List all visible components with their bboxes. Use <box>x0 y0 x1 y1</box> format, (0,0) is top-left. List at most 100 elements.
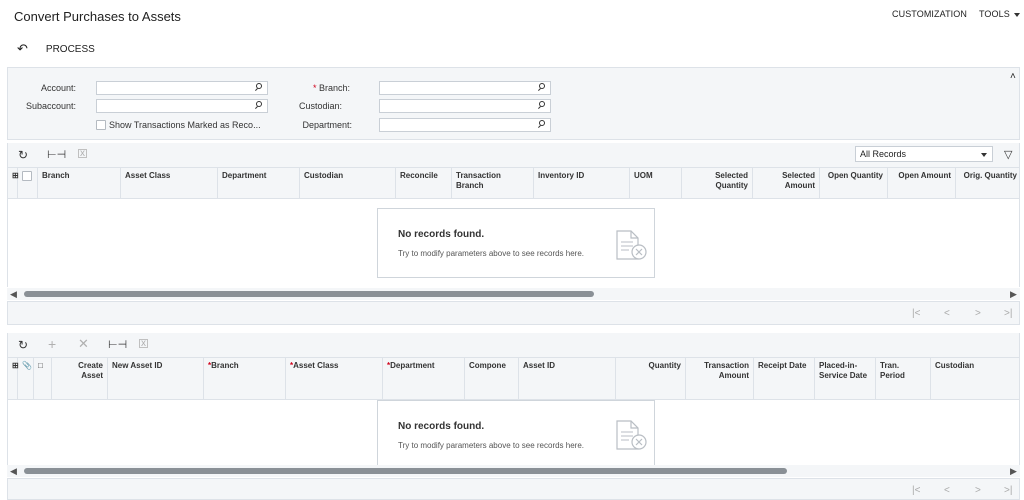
process-button[interactable]: PROCESS <box>46 44 95 55</box>
prev-page-icon[interactable]: < <box>944 308 950 319</box>
scroll-right-icon[interactable]: ▶ <box>1010 289 1017 300</box>
col-custodian[interactable]: Custodian <box>931 358 1021 399</box>
last-page-icon[interactable]: >| <box>1004 308 1012 319</box>
column-settings-icon[interactable]: ⊞ <box>8 168 19 198</box>
records-filter-value: All Records <box>860 149 907 159</box>
refresh-icon[interactable]: ↻ <box>18 149 28 161</box>
grid2-toolbar: ↻ + ✕ ⊢⊣ x <box>7 333 1020 357</box>
no-document-icon <box>616 420 647 450</box>
empty-state-message: Try to modify parameters above to see re… <box>398 441 585 450</box>
scroll-left-icon[interactable]: ◀ <box>10 289 17 300</box>
undo-icon[interactable]: ↶ <box>17 41 28 57</box>
col-reconcile[interactable]: Reconcile <box>396 168 452 198</box>
filter-icon[interactable]: ▽ <box>1004 149 1012 161</box>
branch-field[interactable] <box>379 81 551 95</box>
col-component[interactable]: Compone <box>465 358 519 399</box>
tools-label: TOOLS <box>979 9 1010 19</box>
col-selected-amount[interactable]: Selected Amount <box>753 168 820 198</box>
col-asset-class[interactable]: Asset Class <box>121 168 218 198</box>
col-open-quantity[interactable]: Open Quantity <box>820 168 888 198</box>
delete-icon[interactable]: ✕ <box>78 337 89 350</box>
scroll-right-icon[interactable]: ▶ <box>1010 466 1017 477</box>
col-tran-period[interactable]: Tran. Period <box>876 358 931 399</box>
col-custodian[interactable]: Custodian <box>300 168 396 198</box>
empty-state: No records found. Try to modify paramete… <box>377 400 655 465</box>
account-field[interactable] <box>96 81 268 95</box>
search-icon[interactable] <box>538 120 546 129</box>
col-inventory-id[interactable]: Inventory ID <box>534 168 630 198</box>
col-receipt-date[interactable]: Receipt Date <box>754 358 815 399</box>
chevron-down-icon <box>1013 12 1020 17</box>
search-icon[interactable] <box>255 83 263 92</box>
grid1-h-scrollbar[interactable]: ◀ ▶ <box>7 288 1020 300</box>
col-open-amount[interactable]: Open Amount <box>888 168 956 198</box>
department-field[interactable] <box>379 118 551 132</box>
fit-columns-icon[interactable]: ⊢⊣ <box>47 149 66 161</box>
subaccount-field[interactable] <box>96 99 268 113</box>
grid1-pager: |< < > >| <box>7 301 1020 325</box>
col-department[interactable]: Department <box>218 168 300 198</box>
tools-menu[interactable]: TOOLS <box>979 9 1020 19</box>
export-excel-icon[interactable]: x <box>78 149 87 159</box>
grid1-body: No records found. Try to modify paramete… <box>7 199 1020 287</box>
department-label: Department: <box>302 120 352 130</box>
refresh-icon[interactable]: ↻ <box>18 339 28 351</box>
fit-columns-icon[interactable]: ⊢⊣ <box>108 339 127 351</box>
col-department-label: Department <box>390 361 435 370</box>
next-page-icon[interactable]: > <box>975 308 981 319</box>
grid2-body: No records found. Try to modify paramete… <box>7 400 1020 465</box>
scrollbar-thumb[interactable] <box>24 291 594 297</box>
add-icon[interactable]: + <box>48 337 56 351</box>
grid1-toolbar: ↻ ⊢⊣ x All Records ▽ <box>7 143 1020 167</box>
select-all-checkbox[interactable] <box>22 171 32 181</box>
empty-state-title: No records found. <box>398 421 485 432</box>
show-transactions-checkbox[interactable] <box>96 120 106 130</box>
grid2-pager: |< < > >| <box>7 478 1020 500</box>
empty-state-title: No records found. <box>398 229 485 240</box>
empty-state: No records found. Try to modify paramete… <box>377 208 655 278</box>
branch-label: * Branch: <box>290 83 350 93</box>
col-branch[interactable]: *Branch <box>204 358 286 399</box>
select-all-cell <box>18 168 38 198</box>
column-settings-icon[interactable]: ⊞ <box>8 358 19 399</box>
col-placed-in-service-date[interactable]: Placed-in-Service Date <box>815 358 876 399</box>
col-transaction-amount[interactable]: Transaction Amount <box>686 358 754 399</box>
col-asset-class[interactable]: *Asset Class <box>286 358 383 399</box>
records-filter-select[interactable]: All Records <box>855 146 993 162</box>
chevron-down-icon <box>981 153 987 157</box>
col-department[interactable]: *Department <box>383 358 465 399</box>
prev-page-icon[interactable]: < <box>944 485 950 496</box>
grid2-header: ⊞ 📎 □ Create Asset New Asset ID *Branch … <box>7 357 1020 400</box>
col-branch[interactable]: Branch <box>38 168 121 198</box>
col-selected-quantity[interactable]: Selected Quantity <box>682 168 753 198</box>
col-new-asset-id[interactable]: New Asset ID <box>108 358 204 399</box>
collapse-icon[interactable]: ˄ <box>1010 71 1016 82</box>
scroll-left-icon[interactable]: ◀ <box>10 466 17 477</box>
export-excel-icon[interactable]: x <box>139 339 148 349</box>
search-icon[interactable] <box>255 101 263 110</box>
empty-state-message: Try to modify parameters above to see re… <box>398 249 585 258</box>
grid2-h-scrollbar[interactable]: ◀ ▶ <box>7 465 1020 477</box>
col-asset-class-label: Asset Class <box>293 361 339 370</box>
first-page-icon[interactable]: |< <box>912 485 920 496</box>
col-asset-id[interactable]: Asset ID <box>519 358 616 399</box>
custodian-field[interactable] <box>379 99 551 113</box>
search-icon[interactable] <box>538 83 546 92</box>
account-label: Account: <box>40 83 76 93</box>
col-create-asset[interactable]: Create Asset <box>52 358 108 399</box>
page-title: Convert Purchases to Assets <box>14 9 181 24</box>
next-page-icon[interactable]: > <box>975 485 981 496</box>
note-icon: □ <box>34 358 52 399</box>
customization-menu[interactable]: CUSTOMIZATION <box>892 9 967 19</box>
show-transactions-label: Show Transactions Marked as Reco... <box>109 120 261 130</box>
col-uom[interactable]: UOM <box>630 168 682 198</box>
col-transaction-branch[interactable]: Transaction Branch <box>452 168 534 198</box>
scrollbar-thumb[interactable] <box>24 468 787 474</box>
grid1-header: ⊞ Branch Asset Class Department Custodia… <box>7 167 1020 199</box>
col-quantity[interactable]: Quantity <box>616 358 686 399</box>
col-orig-quantity[interactable]: Orig. Quantity <box>956 168 1021 198</box>
first-page-icon[interactable]: |< <box>912 308 920 319</box>
col-branch-label: Branch <box>211 361 239 370</box>
search-icon[interactable] <box>538 101 546 110</box>
last-page-icon[interactable]: >| <box>1004 485 1012 496</box>
